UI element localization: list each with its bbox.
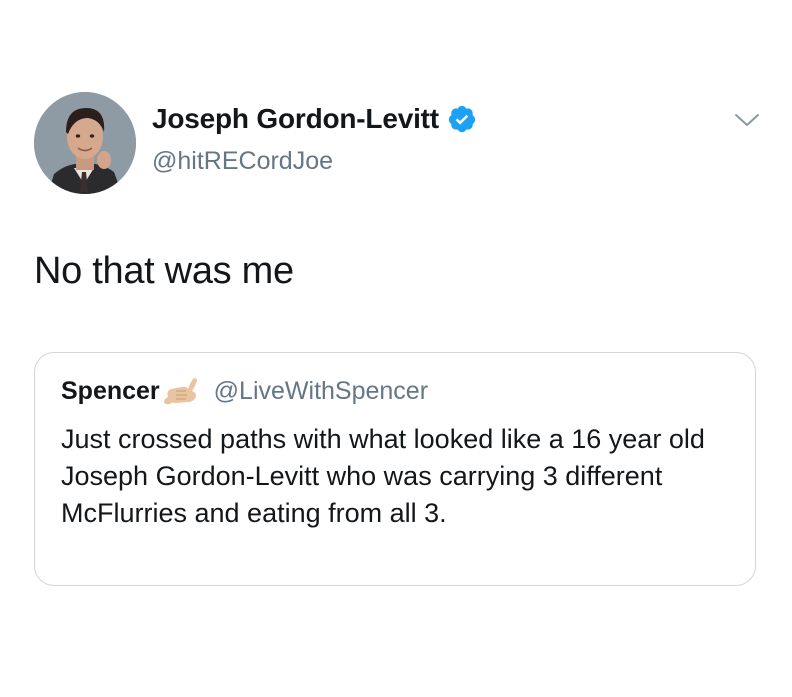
avatar[interactable] <box>34 92 136 194</box>
quoted-author-name[interactable]: Spencer <box>61 377 160 406</box>
verified-badge-icon <box>448 105 476 133</box>
quoted-tweet-text: Just crossed paths with what looked like… <box>61 424 705 528</box>
quoted-tweet-header: Spencer @LiveWithSpencer <box>61 375 428 407</box>
tweet-text: No that was me <box>34 250 294 292</box>
author-display-name[interactable]: Joseph Gordon-Levitt <box>152 103 477 135</box>
quoted-author-handle[interactable]: @LiveWithSpencer <box>214 377 428 406</box>
tweet-view: Joseph Gordon-Levitt @hitRECordJoe No th… <box>0 0 792 697</box>
author-handle[interactable]: @hitRECordJoe <box>152 147 333 176</box>
quoted-tweet-card[interactable]: Spencer @LiveWithSpencer Just crossed pa… <box>34 352 756 586</box>
author-name-text: Joseph Gordon-Levitt <box>152 103 439 134</box>
profile-photo-icon <box>34 92 136 194</box>
chevron-down-icon[interactable] <box>732 108 762 132</box>
call-me-hand-icon <box>163 378 197 405</box>
